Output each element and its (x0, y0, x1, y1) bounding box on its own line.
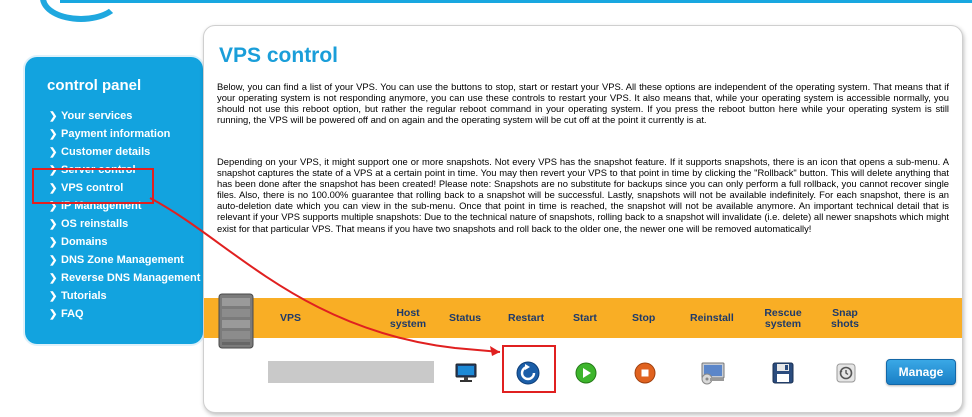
chevron-right-icon: ❯ (49, 146, 58, 158)
sidebar-item-label: DNS Zone Management (61, 254, 184, 266)
sidebar-item-label: Payment information (61, 128, 171, 140)
annotation-highlight-vps-control (32, 168, 154, 204)
sidebar-item-label: Domains (61, 236, 108, 248)
rescue-system-button[interactable] (770, 360, 796, 386)
vps-name-field (268, 361, 434, 383)
chevron-right-icon: ❯ (49, 236, 58, 248)
sidebar-item-dns-zone-management[interactable]: ❯ DNS Zone Management (49, 251, 200, 269)
snapshot-icon (836, 363, 856, 383)
sidebar-item-label: Reverse DNS Management (61, 272, 201, 284)
status-monitor-icon (453, 360, 479, 386)
chevron-right-icon: ❯ (49, 290, 58, 302)
sidebar-item-faq[interactable]: ❯ FAQ (49, 305, 200, 323)
sidebar-item-domains[interactable]: ❯ Domains (49, 233, 200, 251)
sidebar-item-label: OS reinstalls (61, 218, 129, 230)
sidebar-item-label: Tutorials (61, 290, 107, 302)
sidebar-item-label: FAQ (61, 308, 84, 320)
save-icon (772, 362, 794, 384)
play-icon (575, 362, 597, 384)
snapshots-button[interactable] (833, 360, 859, 386)
logo-icon (40, 0, 122, 22)
sidebar-title: control panel (47, 77, 142, 94)
column-header-reinstall: Reinstall (690, 312, 734, 324)
chevron-right-icon: ❯ (49, 110, 58, 122)
reinstall-button[interactable] (699, 360, 729, 386)
sidebar-menu: ❯ Your services ❯ Payment information ❯ Cus… (49, 107, 200, 323)
start-button[interactable] (573, 360, 599, 386)
server-icon (218, 293, 254, 349)
column-header-rescue-system: Rescue system (761, 308, 805, 330)
header-line: system (764, 318, 802, 330)
column-header-status: Status (449, 312, 482, 324)
header-line: system (389, 318, 427, 330)
sidebar-item-tutorials[interactable]: ❯ Tutorials (49, 287, 200, 305)
sidebar-item-label: Your services (61, 110, 133, 122)
column-header-stop: Stop (632, 312, 656, 324)
column-header-vps: VPS (280, 312, 302, 324)
column-header-host-system: Host system (386, 308, 430, 330)
chevron-right-icon: ❯ (49, 254, 58, 266)
page-title: VPS control (219, 44, 339, 67)
main-content-card: VPS control Below, you can find a list o… (203, 25, 963, 413)
sidebar-item-reverse-dns-management[interactable]: ❯ Reverse DNS Management (49, 269, 200, 287)
monitor-icon (455, 363, 477, 382)
stop-button[interactable] (632, 360, 658, 386)
sidebar-item-payment-information[interactable]: ❯ Payment information (49, 125, 200, 143)
column-header-snapshots: Snap shots (825, 308, 865, 330)
intro-paragraph: Below, you can find a list of your VPS. … (217, 81, 949, 126)
snapshot-paragraph: Depending on your VPS, it might support … (217, 156, 949, 234)
column-header-restart: Restart (508, 312, 545, 324)
sidebar-item-label: Customer details (61, 146, 151, 158)
header-line: shots (830, 318, 859, 330)
manage-button[interactable]: Manage (886, 359, 956, 385)
sidebar-item-os-reinstalls[interactable]: ❯ OS reinstalls (49, 215, 200, 233)
sidebar-item-customer-details[interactable]: ❯ Customer details (49, 143, 200, 161)
chevron-right-icon: ❯ (49, 128, 58, 140)
top-banner (0, 0, 972, 22)
sidebar-item-your-services[interactable]: ❯ Your services (49, 107, 200, 125)
chevron-right-icon: ❯ (49, 272, 58, 284)
chevron-right-icon: ❯ (49, 308, 58, 320)
header-band (60, 0, 972, 3)
stop-icon (634, 362, 656, 384)
reinstall-icon (701, 362, 725, 385)
annotation-highlight-restart (502, 345, 556, 393)
chevron-right-icon: ❯ (49, 218, 58, 230)
column-header-start: Start (573, 312, 597, 324)
